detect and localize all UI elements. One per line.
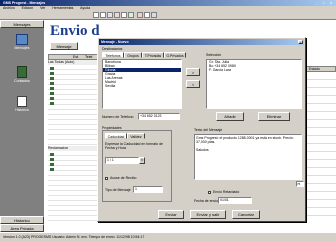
date-dropdown-button[interactable]: ▾ [139, 157, 145, 164]
tab-caducidad[interactable]: Caducidad [105, 133, 127, 139]
fecha-envio-input[interactable]: 01/01 [218, 197, 252, 204]
sidebar-bottom-label: Historico [14, 218, 30, 223]
row-marker [50, 67, 54, 70]
phone-icon [17, 66, 27, 78]
toolbar-btn-delete[interactable] [137, 12, 143, 18]
tipo-label: Tipo de Mensaje [105, 188, 131, 192]
dialog-close-icon[interactable]: × [298, 40, 303, 45]
row-marker [50, 82, 54, 85]
expiry-date-input[interactable]: 1 / 1 [105, 157, 139, 164]
remove-recipient-button[interactable]: < [186, 80, 200, 88]
tab-gprivados[interactable]: G.Privados [164, 52, 186, 58]
row-marker [50, 87, 54, 90]
cancel-button[interactable]: Cancelar [232, 210, 260, 219]
remove-phone-button[interactable]: Eliminar [258, 112, 290, 121]
sidebar-item-label: Mensajes [14, 46, 30, 50]
sidebar-bottom-historico[interactable]: Historico [0, 216, 44, 224]
row-marker [50, 168, 54, 171]
toolbar-btn-paste[interactable] [128, 12, 134, 18]
toolbar [0, 11, 336, 20]
dialog-titlebar[interactable]: Mensaje - Nuevo × [99, 39, 304, 45]
dialog-title: Mensaje - Nuevo [101, 40, 129, 44]
status-bar: Version 1.0 (A23) PROGESMS Usuario: Admi… [0, 232, 336, 242]
propiedades-group: Caducidad Validez Expresar la Caducidad … [102, 130, 172, 202]
toolbar-btn-copy[interactable] [121, 12, 127, 18]
sidebar-header[interactable]: Mensajes [0, 20, 44, 28]
menu-ayuda[interactable]: Ayuda [80, 6, 90, 10]
sidebar-item-mensajes[interactable]: Mensajes [10, 34, 34, 56]
tab-grupos[interactable]: Grupos [124, 52, 142, 58]
send-and-exit-button[interactable]: Enviar y salir [190, 210, 226, 219]
seleccion-label: Selección [206, 53, 222, 57]
maximize-icon[interactable]: □ [323, 1, 327, 5]
envelope-icon [16, 34, 28, 45]
msg-label: Texto del Mensaje [194, 128, 223, 132]
row-marker [50, 102, 54, 105]
list-item[interactable]: F. Garcia Lara [207, 68, 301, 72]
selected-recipients-list[interactable]: Gr. Sta. Julia Bo +34 652 0989 F. Garcia… [206, 59, 302, 109]
phone-label: Numero de Telefono [102, 115, 134, 119]
mensaje-button[interactable]: Mensaje [50, 42, 78, 50]
menu-edicion[interactable]: Edicion [22, 6, 33, 10]
close-icon[interactable]: × [330, 1, 334, 5]
acuse-checkbox[interactable] [105, 177, 108, 180]
sidebar-item-historico[interactable]: Historico [10, 96, 34, 118]
fecha-envio-label: Fecha de envío [194, 199, 219, 203]
status-text: Version 1.0 (A23) PROGESMS Usuario: Admi… [3, 235, 145, 239]
app-title: GMS Progrest - Mensajes [3, 1, 46, 5]
menu-ver[interactable]: Ver [40, 6, 45, 10]
sidebar-item-label: Contactos [14, 79, 30, 83]
add-recipient-button[interactable]: > [186, 68, 200, 76]
toolbar-btn-help[interactable] [151, 12, 157, 18]
sidebar-bottom-area-privada[interactable]: Area Privada [0, 224, 44, 232]
row-marker [50, 77, 54, 80]
props-description: Expresar la Caducidad en formato de Fech… [105, 142, 163, 150]
menu-archivo[interactable]: Archivo [3, 6, 15, 10]
menu-herramientas[interactable]: Herramientas [52, 6, 73, 10]
tab-tprivadas[interactable]: T.Privadas [142, 52, 164, 58]
message-dialog: Mensaje - Nuevo × Destinatarios Telefono… [97, 37, 306, 222]
tab-validez[interactable]: Validez [127, 133, 145, 139]
sidebar-header-label: Mensajes [13, 22, 31, 27]
tipo-select[interactable]: 1 [133, 186, 163, 193]
row-marker [50, 153, 54, 156]
row-marker [50, 158, 54, 161]
sidebar-bottom-label: Area Privada [10, 226, 34, 231]
envio-diferido-checkbox[interactable] [208, 191, 211, 194]
message-textarea[interactable]: Gms Progrest: el producto 1288-0001 ya e… [194, 134, 302, 180]
row-marker [50, 92, 54, 95]
destinatarios-label: Destinatarios [102, 47, 123, 51]
add-phone-button[interactable]: Añadir [216, 112, 244, 121]
phone-input[interactable]: +34 652 0123 [138, 113, 180, 120]
send-button[interactable]: Enviar [158, 210, 184, 219]
sidebar-item-label: Historico [15, 108, 29, 112]
chars-counter: 76 [296, 181, 304, 187]
history-icon [17, 96, 27, 107]
row-marker [50, 72, 54, 75]
sidebar-item-contactos[interactable]: Contactos [10, 66, 34, 88]
toolbar-btn-save[interactable] [107, 12, 113, 18]
telefonos-list[interactable]: Barcelona Bilbao Girona Gracia Las Arena… [102, 59, 182, 109]
minimize-icon[interactable]: _ [316, 1, 320, 5]
envio-diferido-label: Envío Retardado [213, 190, 240, 194]
toolbar-btn-new[interactable] [93, 12, 99, 18]
row-marker [50, 163, 54, 166]
toolbar-btn-print[interactable] [144, 12, 150, 18]
toolbar-btn-cut[interactable] [114, 12, 120, 18]
page-title: Envio d [50, 23, 100, 39]
row-marker [50, 97, 54, 100]
tab-telefonos[interactable]: Telefonos [102, 52, 124, 58]
list-item[interactable]: Sevilla [103, 84, 181, 88]
right-column-rows [306, 72, 336, 222]
acuse-label: Acuse de Recibo [110, 176, 137, 180]
sidebar: Mensajes Mensajes Contactos Historico Hi… [0, 20, 44, 232]
toolbar-btn-open[interactable] [100, 12, 106, 18]
